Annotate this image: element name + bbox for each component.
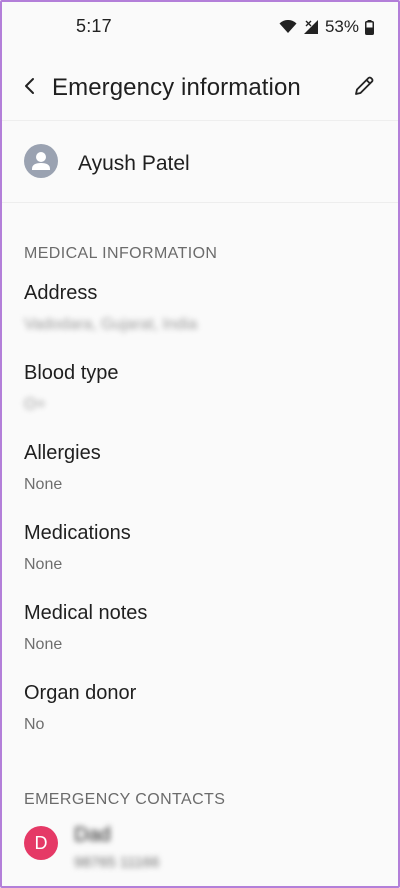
profile-row[interactable]: Ayush Patel: [2, 130, 398, 198]
medical-item-address[interactable]: Address Vadodara, Gujarat, India: [2, 282, 398, 354]
medical-item-value: No: [24, 716, 45, 733]
medical-item-label: Blood type: [24, 362, 119, 384]
back-arrow-icon: [23, 77, 37, 100]
medical-item-label: Medications: [24, 522, 131, 544]
medical-item-allergies[interactable]: Allergies None: [2, 442, 398, 514]
contact-phone: 98765 11166: [74, 854, 160, 871]
medical-item-blood-type[interactable]: Blood type O+: [2, 362, 398, 434]
medical-item-medical-notes[interactable]: Medical notes None: [2, 602, 398, 674]
wifi-icon: [279, 20, 297, 34]
profile-avatar: [24, 144, 58, 178]
app-bar: Emergency information: [2, 62, 398, 118]
contact-avatar: D: [24, 826, 58, 860]
medical-item-organ-donor[interactable]: Organ donor No: [2, 682, 398, 754]
profile-name: Ayush Patel: [78, 152, 190, 175]
medical-item-value: None: [24, 476, 63, 493]
medical-item-value: Vadodara, Gujarat, India: [24, 316, 198, 333]
medical-item-medications[interactable]: Medications None: [2, 522, 398, 594]
medical-information-header: MEDICAL INFORMATION: [24, 245, 218, 262]
medical-item-value: None: [24, 636, 63, 653]
profile-divider: [2, 202, 398, 203]
medical-item-label: Address: [24, 282, 98, 304]
medical-item-label: Organ donor: [24, 682, 137, 704]
emergency-contacts-header: EMERGENCY CONTACTS: [24, 791, 226, 808]
person-icon: [24, 152, 58, 178]
page-title: Emergency information: [52, 74, 301, 101]
contact-item-dad[interactable]: D Dad 98765 11166: [2, 820, 398, 880]
contact-name: Dad: [74, 824, 111, 846]
app-bar-divider: [2, 120, 398, 121]
medical-item-label: Allergies: [24, 442, 101, 464]
status-time: 5:17: [76, 16, 112, 36]
back-button[interactable]: [16, 74, 44, 102]
battery-icon: [365, 19, 374, 35]
medical-item-label: Medical notes: [24, 602, 148, 624]
status-icons: 53%: [279, 17, 374, 37]
battery-percentage: 53%: [324, 17, 359, 36]
screen-frame: 5:17 53% Emergency information Ayush Pat…: [0, 0, 400, 888]
pencil-icon: [353, 75, 375, 102]
status-bar: 5:17 53%: [2, 2, 398, 52]
signal-icon: [303, 19, 319, 35]
edit-button[interactable]: [350, 74, 378, 102]
medical-item-value: O+: [24, 396, 46, 413]
medical-item-value: None: [24, 556, 63, 573]
